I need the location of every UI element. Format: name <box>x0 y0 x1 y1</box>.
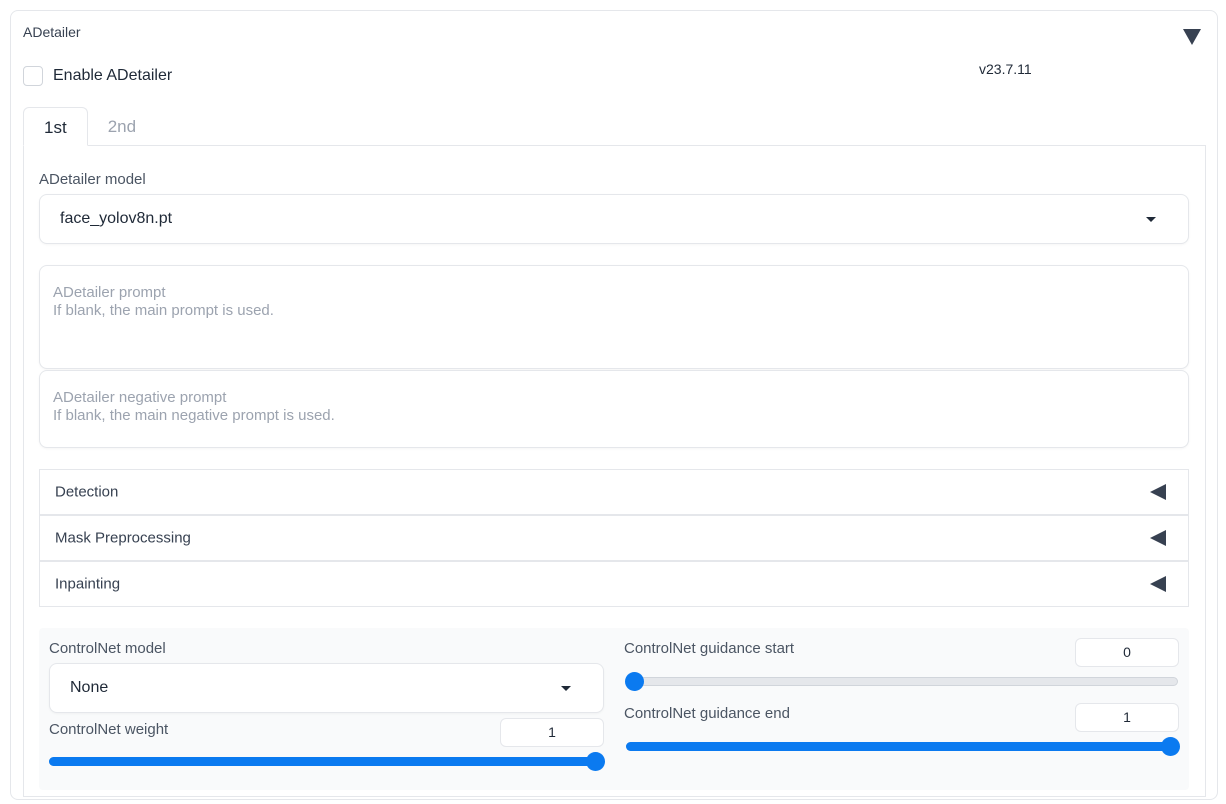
controlnet-weight-slider[interactable] <box>49 752 605 772</box>
guidance-start-number[interactable]: 0 <box>1075 638 1179 667</box>
guidance-end-label: ControlNet guidance end <box>624 705 790 722</box>
checkbox-box[interactable] <box>23 66 43 86</box>
collapse-arrow-icon <box>1150 576 1166 592</box>
guidance-end-number[interactable]: 1 <box>1075 703 1179 732</box>
tab-content: ADetailer model face_yolov8n.pt ADetaile… <box>23 145 1206 797</box>
collapse-arrow-icon <box>1150 530 1166 546</box>
slider-thumb[interactable] <box>1161 737 1180 756</box>
adetailer-prompt-input[interactable]: ADetailer prompt If blank, the main prom… <box>39 265 1189 369</box>
version-text: v23.7.11 <box>979 61 1032 77</box>
collapse-arrow-icon <box>1150 484 1166 500</box>
controlnet-model-select[interactable]: None <box>49 663 604 713</box>
accordion-inpainting[interactable]: Inpainting <box>39 561 1189 607</box>
slider-thumb[interactable] <box>586 752 605 771</box>
adetailer-negative-prompt-input[interactable]: ADetailer negative prompt If blank, the … <box>39 370 1189 448</box>
accordion-detection[interactable]: Detection <box>39 469 1189 515</box>
adetailer-panel: ADetailer Enable ADetailer v23.7.11 1st … <box>10 10 1218 800</box>
controlnet-model-value: None <box>70 679 109 696</box>
guidance-start-label: ControlNet guidance start <box>624 640 795 657</box>
enable-adetailer-checkbox[interactable]: Enable ADetailer <box>23 66 172 86</box>
collapse-triangle-icon[interactable] <box>1183 29 1201 45</box>
model-select[interactable]: face_yolov8n.pt <box>39 194 1189 244</box>
slider-fill <box>49 757 595 766</box>
chevron-down-icon <box>561 686 571 691</box>
enable-adetailer-label: Enable ADetailer <box>53 67 173 84</box>
controlnet-weight-label: ControlNet weight <box>49 721 169 738</box>
accordion-inpainting-label: Inpainting <box>55 575 121 593</box>
controlnet-weight-number[interactable]: 1 <box>500 718 604 747</box>
model-selected-value: face_yolov8n.pt <box>60 210 173 227</box>
tab-2nd[interactable]: 2nd <box>88 107 156 146</box>
accordion-mask-preprocessing-label: Mask Preprocessing <box>55 529 191 547</box>
controlnet-section: ControlNet model None ControlNet weight … <box>39 628 1189 790</box>
slider-track <box>634 677 1178 686</box>
accordion-detection-label: Detection <box>55 483 119 501</box>
tab-1st[interactable]: 1st <box>23 107 88 146</box>
guidance-start-slider[interactable] <box>625 672 1178 692</box>
slider-fill <box>626 742 1170 751</box>
tab-bar: 1st 2nd <box>23 107 156 146</box>
guidance-end-slider[interactable] <box>626 737 1180 757</box>
slider-thumb[interactable] <box>625 672 644 691</box>
model-label: ADetailer model <box>39 171 146 188</box>
panel-title: ADetailer <box>23 24 81 40</box>
accordion-mask-preprocessing[interactable]: Mask Preprocessing <box>39 515 1189 561</box>
controlnet-model-label: ControlNet model <box>49 640 166 657</box>
chevron-down-icon <box>1146 217 1156 222</box>
